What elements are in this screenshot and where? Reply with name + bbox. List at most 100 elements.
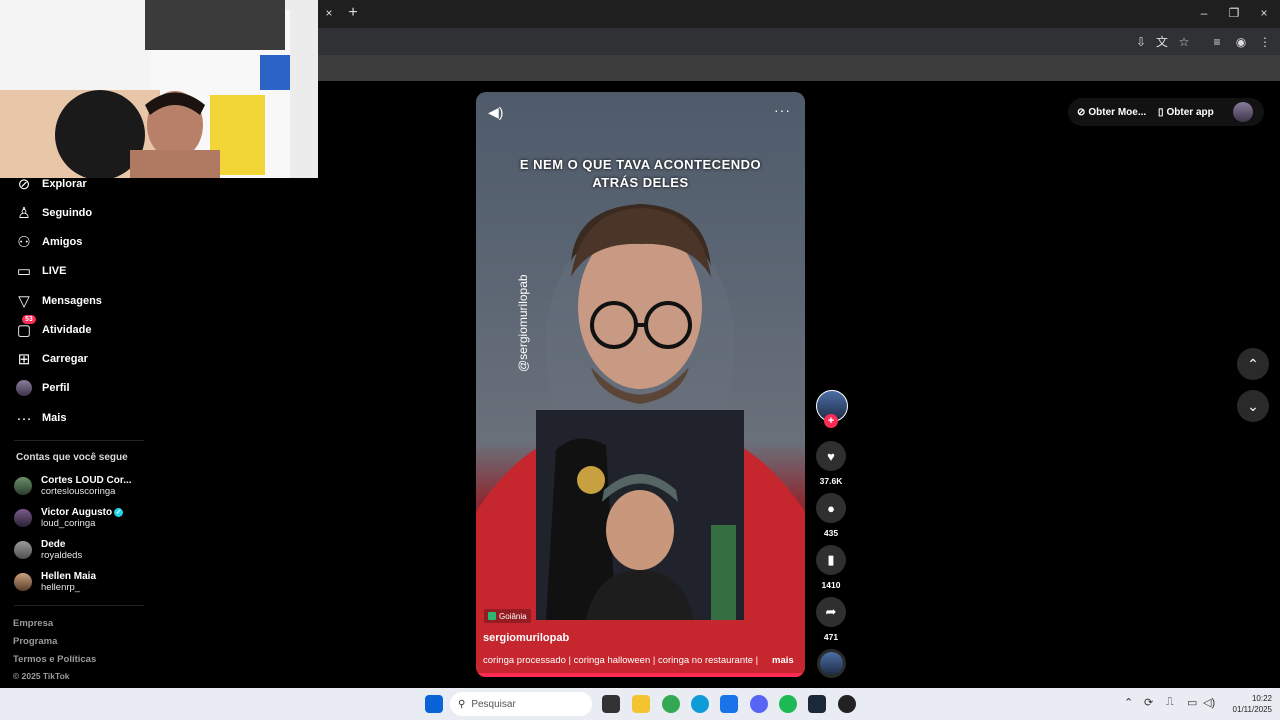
sidebar-item-live[interactable]: ▭ LIVE (14, 260, 67, 282)
footer-link-termos[interactable]: Termos e Políticas (13, 654, 96, 665)
sidebar-divider (14, 605, 144, 606)
heart-icon: ♥ (827, 448, 835, 464)
chevron-up-icon: ⌃ (1247, 355, 1259, 372)
sidebar-item-label: Perfil (42, 382, 70, 394)
file-explorer-icon[interactable] (632, 695, 650, 713)
get-coins-button[interactable]: ⊘ Obter Moe... (1077, 100, 1146, 124)
sidebar-item-label: Mais (42, 412, 67, 424)
network-icon[interactable]: ▭ (1187, 696, 1197, 709)
following-account[interactable]: Dede royaldeds (14, 536, 82, 564)
video-progress-bar[interactable] (476, 673, 805, 677)
avatar (14, 477, 32, 495)
comment-button[interactable]: ● (816, 493, 846, 523)
outlook-icon[interactable] (720, 695, 738, 713)
footer-link-empresa[interactable]: Empresa (13, 618, 53, 629)
maximize-button[interactable]: ❐ (1224, 4, 1244, 22)
account-username: hellenrp_ (41, 582, 81, 593)
profile-icon (14, 378, 34, 398)
like-button[interactable]: ♥ (816, 441, 846, 471)
user-avatar[interactable] (1233, 102, 1253, 122)
windows-start-icon[interactable] (425, 695, 443, 713)
app-icon[interactable] (838, 695, 856, 713)
get-app-label: Obter app (1166, 106, 1214, 118)
sidebar-divider (14, 440, 144, 441)
account-name: Victor Augusto (41, 507, 113, 518)
next-video-button[interactable]: ⌄ (1237, 390, 1269, 422)
sync-icon[interactable]: ⟳ (1144, 696, 1153, 709)
new-tab-button[interactable]: + (345, 4, 361, 22)
previous-video-button[interactable]: ⌃ (1237, 348, 1269, 380)
sidebar-item-mais[interactable]: ··· Mais (14, 407, 67, 429)
tray-chevron-icon[interactable]: ⌃ (1124, 696, 1133, 709)
following-account[interactable]: Victor Augusto ✓ loud_coringa (14, 504, 124, 532)
close-tab-icon[interactable]: × (322, 6, 336, 20)
account-username: loud_coringa (41, 518, 96, 529)
sidebar-item-amigos[interactable]: ⚇ Amigos (14, 231, 82, 253)
sidebar-item-perfil[interactable]: Perfil (14, 377, 70, 399)
speaker-icon[interactable]: ◁) (1203, 696, 1215, 709)
sidebar-item-atividade[interactable]: ▢ 53 Atividade (14, 315, 92, 341)
sidebar-item-label: LIVE (42, 265, 67, 277)
sidebar-item-carregar[interactable]: ⊞ Carregar (14, 348, 88, 370)
verified-icon: ✓ (114, 507, 124, 517)
get-app-button[interactable]: ▯ Obter app (1158, 100, 1214, 124)
get-coins-label: Obter Moe... (1088, 106, 1147, 118)
microphone-icon[interactable]: ⎍ (1166, 696, 1174, 709)
music-disc[interactable] (817, 649, 846, 678)
more-options-icon[interactable]: ··· (774, 102, 791, 118)
translate-icon[interactable]: 文 (1154, 34, 1170, 50)
spotify-icon[interactable] (779, 695, 797, 713)
location-icon (488, 612, 496, 620)
menu-icon[interactable]: ⋮ (1257, 34, 1273, 50)
task-view-icon[interactable] (602, 695, 620, 713)
sidebar-item-label: Carregar (42, 353, 88, 365)
windows-taskbar: ⚲ Pesquisar ⌃ ⟳ ⎍ ▭ ◁) 10:22 01/11/2025 (0, 688, 1280, 720)
clock-date: 01/11/2025 (1232, 705, 1272, 714)
streamer-webcam (0, 0, 318, 178)
avatar (14, 541, 32, 559)
share-count: 471 (823, 632, 839, 642)
following-account[interactable]: Hellen Maia hellenrp_ (14, 568, 96, 596)
chrome-icon[interactable] (662, 695, 680, 713)
account-name: Cortes LOUD Cor... (41, 475, 132, 486)
taskbar-clock[interactable]: 10:22 01/11/2025 (1222, 693, 1272, 715)
install-icon[interactable]: ⇩ (1133, 34, 1149, 50)
minimize-button[interactable]: – (1194, 4, 1214, 22)
bookmark-star-icon[interactable]: ☆ (1176, 34, 1192, 50)
sidebar-item-explorar[interactable]: ⊘ Explorar (14, 173, 87, 195)
edge-icon[interactable] (691, 695, 709, 713)
search-icon: ⚲ (458, 698, 466, 710)
avatar (14, 573, 32, 591)
profile-avatar-icon[interactable]: ◉ (1233, 34, 1249, 50)
video-author[interactable]: sergiomurilopab (483, 632, 569, 644)
watermark-text: @sergiomurilopab (516, 274, 530, 372)
account-name: Hellen Maia (41, 571, 97, 582)
video-description: coringa processado | coringa halloween |… (483, 655, 759, 666)
account-username: royaldeds (41, 550, 83, 561)
save-button[interactable]: ▮ (816, 545, 846, 575)
coin-icon: ⊘ (1077, 106, 1086, 118)
media-icon[interactable]: ≡ (1209, 34, 1225, 50)
volume-icon[interactable]: ◀) (488, 104, 503, 121)
account-username: corteslouscoringa (41, 486, 116, 497)
sidebar-item-label: Amigos (42, 236, 83, 248)
sidebar-item-seguindo[interactable]: ♙ Seguindo (14, 202, 92, 224)
taskbar-search[interactable]: ⚲ Pesquisar (450, 692, 592, 716)
following-account[interactable]: Cortes LOUD Cor... corteslouscoringa (14, 472, 132, 500)
close-window-button[interactable]: × (1254, 4, 1274, 22)
comment-count: 435 (823, 528, 839, 538)
sidebar-item-label: Mensagens (42, 295, 102, 307)
footer-link-programa[interactable]: Programa (13, 636, 57, 647)
follow-plus-icon[interactable]: + (824, 414, 838, 428)
description-more-link[interactable]: mais (772, 655, 794, 666)
friends-icon: ⚇ (17, 234, 31, 251)
sidebar-item-label: Atividade (42, 324, 92, 336)
location-tag[interactable]: Goiânia (484, 609, 531, 623)
save-count: 1410 (821, 580, 841, 590)
discord-icon[interactable] (750, 695, 768, 713)
video-player[interactable]: ◀) ··· E NEM O QUE TAVA ACONTECENDO ATRÁ… (476, 92, 805, 677)
sidebar-item-mensagens[interactable]: ▽ Mensagens (14, 290, 102, 312)
steam-icon[interactable] (808, 695, 826, 713)
more-icon: ··· (16, 409, 32, 427)
share-button[interactable]: ➦ (816, 597, 846, 627)
